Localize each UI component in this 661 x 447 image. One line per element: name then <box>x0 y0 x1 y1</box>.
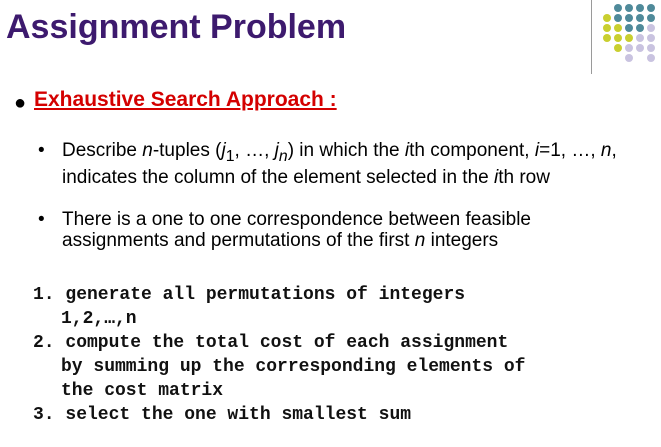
step-1-line-1: 1. generate all permutations of integers <box>33 285 466 305</box>
step-1-line-2: 1,2,…,n <box>61 309 137 329</box>
decorative-dot <box>614 34 622 42</box>
decorative-dot <box>625 54 633 62</box>
step-2-line-2: by summing up the corresponding elements… <box>61 357 526 377</box>
step-2-line-3: the cost matrix <box>61 381 224 401</box>
decorative-dot <box>614 24 622 32</box>
bullet-dot: • <box>38 140 45 161</box>
bullet-text-1: Describe n-tuples (j1, …, jn) in which t… <box>62 140 617 188</box>
decorative-dot <box>636 4 644 12</box>
decorative-dot-grid <box>603 4 655 62</box>
decorative-dot <box>647 14 655 22</box>
decorative-dot <box>614 44 622 52</box>
decorative-dot <box>647 54 655 62</box>
step-3-line-1: 3. select the one with smallest sum <box>33 405 412 425</box>
divider-line <box>591 0 592 74</box>
decorative-dot <box>603 34 611 42</box>
step-2-line-1: 2. compute the total cost of each assign… <box>33 333 509 353</box>
decorative-dot <box>625 14 633 22</box>
bullet-text-2: There is a one to one correspondence bet… <box>62 209 531 251</box>
bullet-dot: • <box>38 209 45 230</box>
decorative-dot <box>625 4 633 12</box>
decorative-dot <box>647 34 655 42</box>
decorative-dot <box>647 24 655 32</box>
decorative-dot <box>603 24 611 32</box>
decorative-dot <box>603 14 611 22</box>
slide-title: Assignment Problem <box>6 8 347 46</box>
decorative-dot <box>625 44 633 52</box>
main-bullet-dot: ● <box>14 92 27 114</box>
decorative-dot <box>636 24 644 32</box>
algorithm-steps: 1. generate all permutations of integers… <box>33 283 525 427</box>
decorative-dot <box>647 4 655 12</box>
section-heading: Exhaustive Search Approach : <box>34 88 337 111</box>
decorative-dot <box>636 44 644 52</box>
decorative-dot <box>625 24 633 32</box>
decorative-dot <box>636 14 644 22</box>
decorative-dot <box>647 44 655 52</box>
decorative-dot <box>614 4 622 12</box>
decorative-dot <box>636 34 644 42</box>
decorative-dot <box>625 34 633 42</box>
decorative-dot <box>614 14 622 22</box>
